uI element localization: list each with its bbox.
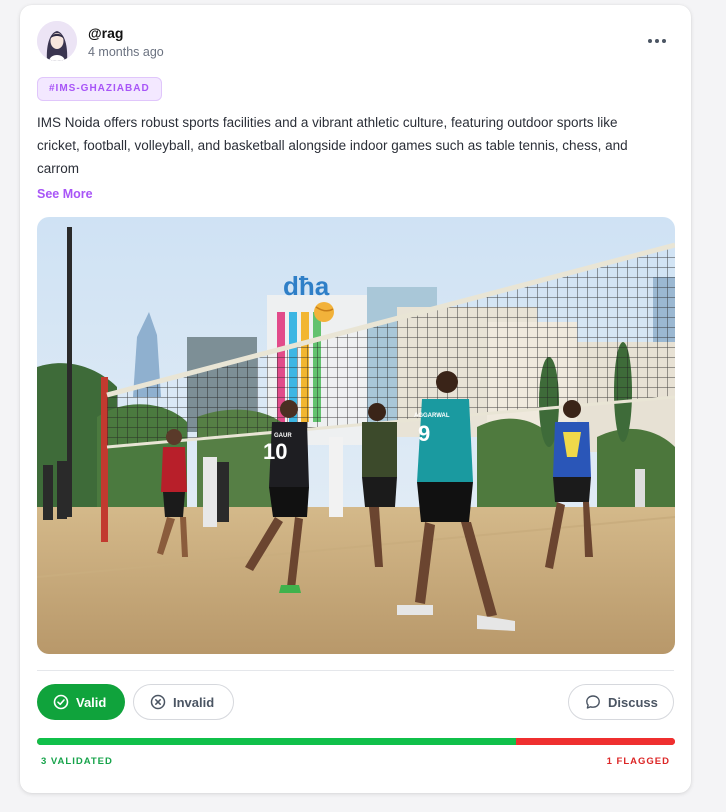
chat-bubble-icon — [585, 694, 601, 710]
post-body: IMS Noida offers robust sports facilitie… — [37, 115, 628, 176]
invalid-button[interactable]: Invalid — [133, 684, 234, 720]
flagged-count: 1 FLAGGED — [606, 756, 670, 767]
community-tag[interactable]: #IMS-GHAZIABAD — [37, 77, 162, 101]
discuss-label: Discuss — [608, 694, 658, 710]
validation-progress-bar — [37, 738, 675, 745]
jersey-number-center: 9 — [418, 421, 430, 446]
invalid-label: Invalid — [173, 694, 215, 710]
avatar-image — [37, 21, 77, 61]
volleyball-photo: dħa 10 GAUR 9 AGGARWAL — [37, 217, 675, 654]
post-card: @rag 4 months ago #IMS-GHAZIABAD IMS Noi… — [20, 5, 691, 793]
valid-label: Valid — [76, 694, 107, 710]
jersey-name-left: GAUR — [274, 433, 292, 439]
valid-button[interactable]: Valid — [37, 684, 125, 720]
see-more-link[interactable]: See More — [37, 187, 93, 201]
jersey-name-center: AGGARWAL — [414, 413, 450, 419]
more-dots-icon — [648, 39, 652, 43]
post-timestamp: 4 months ago — [88, 45, 164, 59]
building-sign: dħa — [283, 271, 330, 301]
avatar[interactable] — [37, 21, 77, 61]
x-circle-icon — [150, 694, 166, 710]
discuss-button[interactable]: Discuss — [568, 684, 674, 720]
flagged-fill — [515, 738, 675, 745]
post-image[interactable]: dħa 10 GAUR 9 AGGARWAL — [37, 217, 675, 654]
validated-count: 3 VALIDATED — [41, 756, 113, 767]
jersey-number-left: 10 — [263, 439, 287, 464]
check-circle-icon — [53, 694, 69, 710]
username[interactable]: @rag — [88, 25, 123, 41]
divider — [37, 670, 674, 671]
more-options-button[interactable] — [641, 27, 673, 55]
validated-fill — [37, 738, 516, 745]
